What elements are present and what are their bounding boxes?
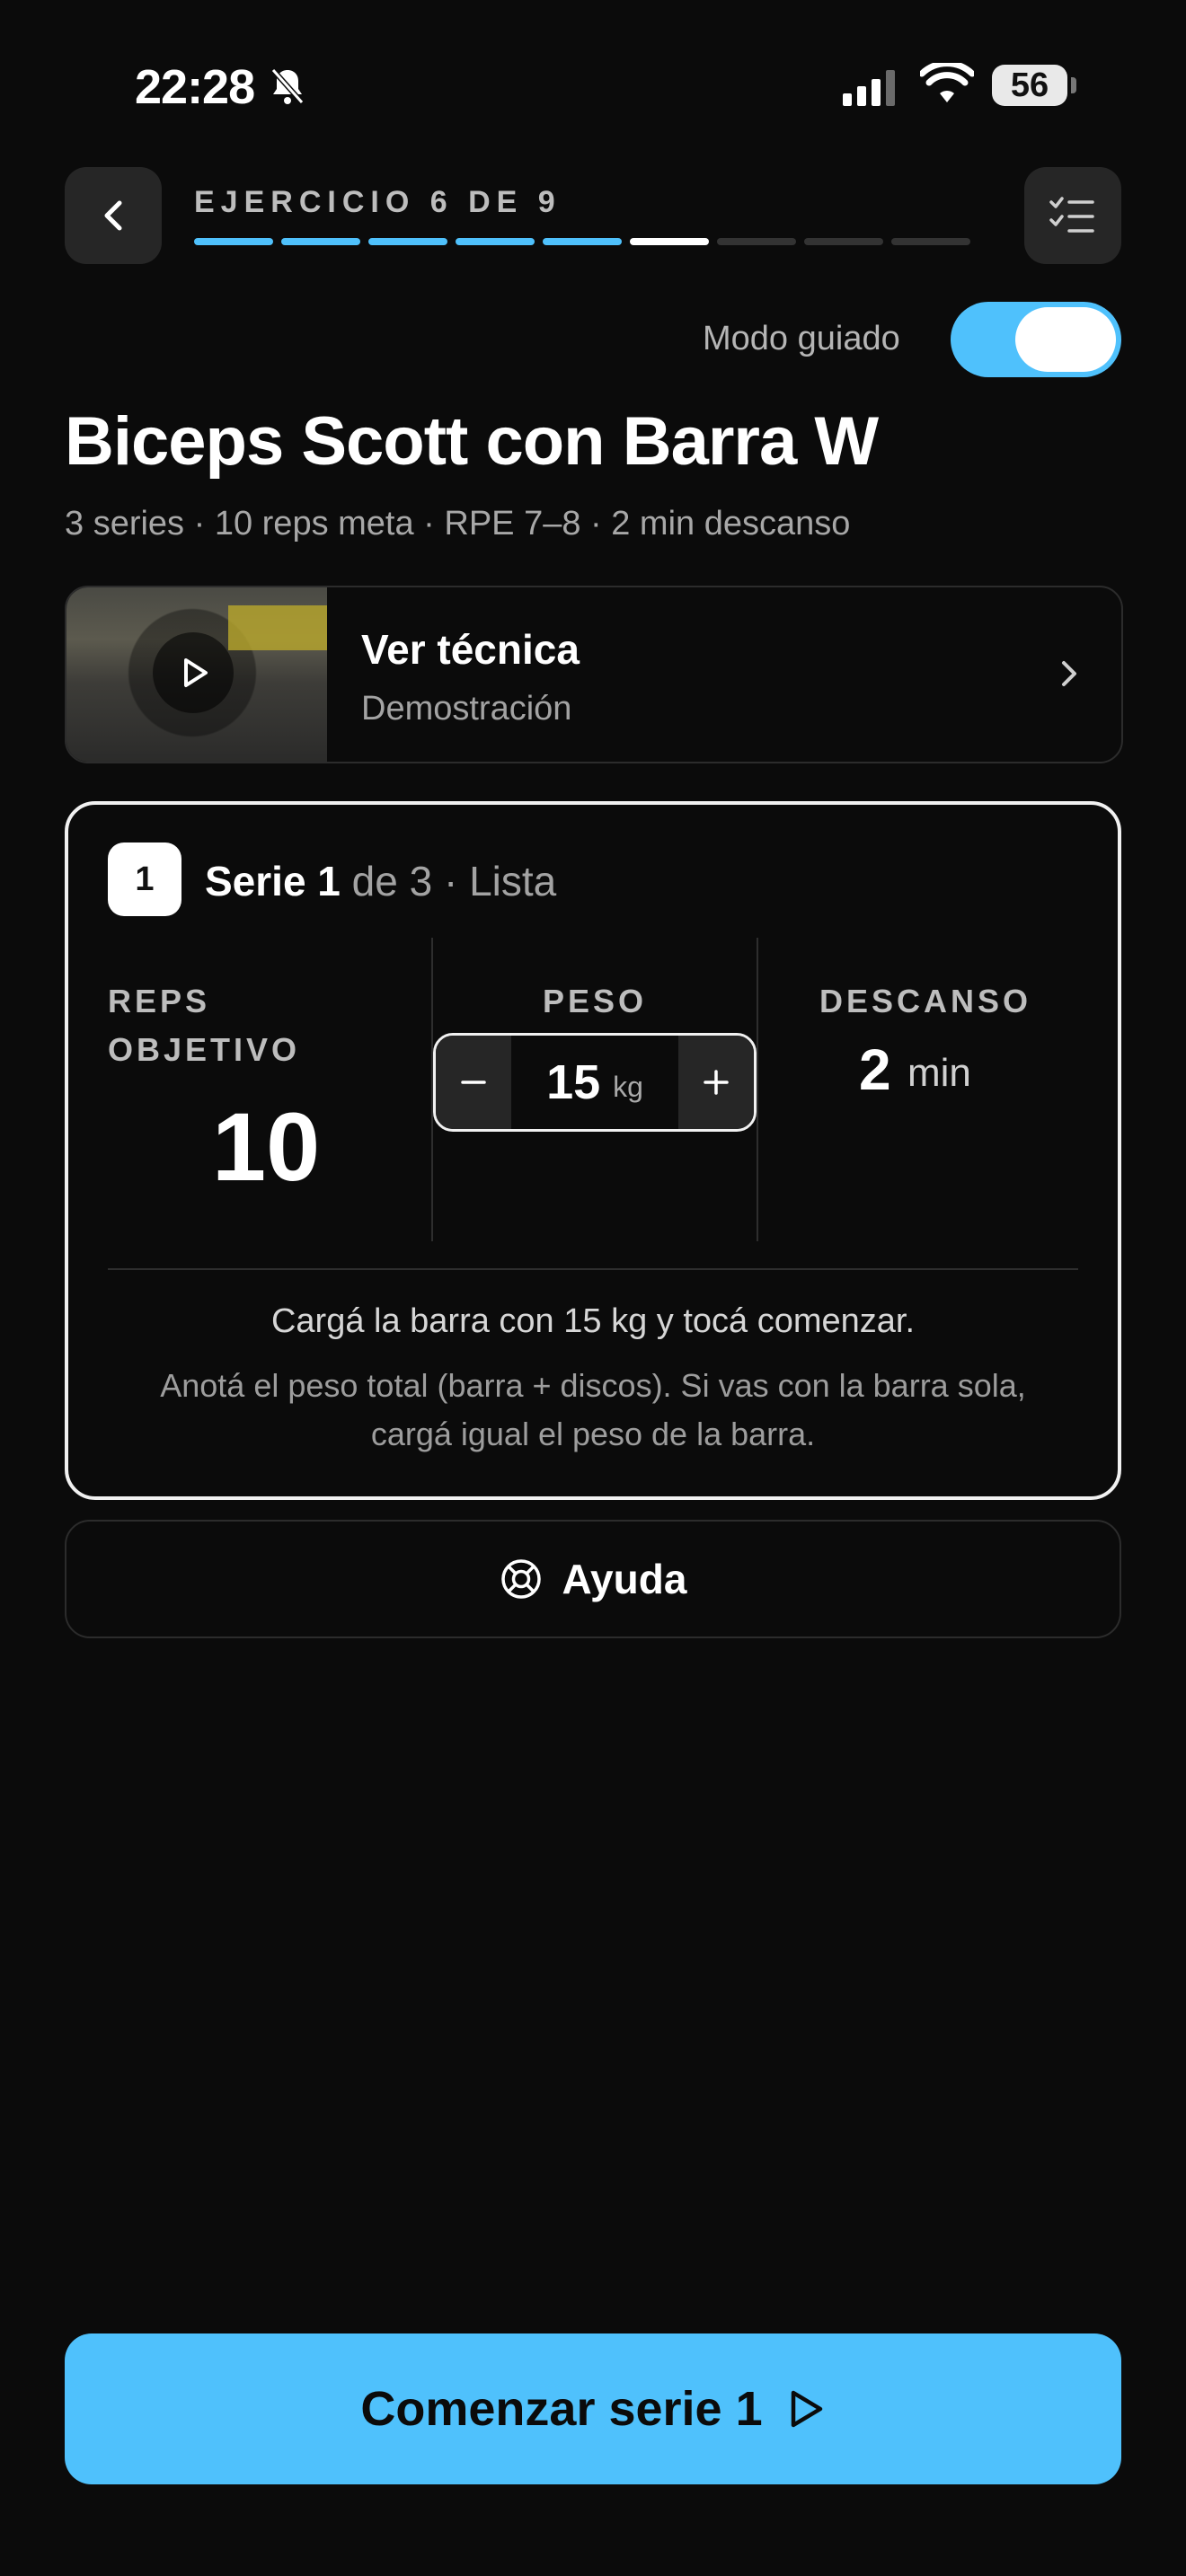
progress-segment [194,238,273,245]
progress-segment [281,238,360,245]
guided-mode-label: Modo guiado [703,320,900,357]
weight-unit: kg [613,1070,643,1103]
set-card: 1 Serie 1 de 3 · Lista REPS OBJETIVO 10 … [65,801,1121,1500]
technique-subtitle: Demostración [361,690,572,728]
minus-icon [461,1081,486,1084]
weight-value: 15 [546,1055,601,1109]
divider [108,1268,1078,1270]
technique-thumbnail [66,587,327,762]
plus-icon [704,1070,729,1095]
progress-segment [456,238,535,245]
play-icon [153,632,234,713]
help-label: Ayuda [562,1556,687,1602]
weight-label: PESO [542,983,648,1019]
guided-mode-toggle[interactable] [951,302,1121,377]
signal-icon [843,70,895,106]
progress-segment [804,238,883,245]
battery-icon: 56 [992,65,1067,106]
bell-slash-icon [270,68,305,104]
exercise-progress-bar [194,238,970,245]
set-number-badge: 1 [108,842,181,916]
progress-segment [543,238,622,245]
chevron-right-icon [1062,661,1076,686]
back-button[interactable] [65,167,162,264]
progress-segment [891,238,970,245]
lifebuoy-icon [500,1559,541,1599]
wifi-icon [920,63,974,102]
set-instruction: Cargá la barra con 15 kg y tocá comenzar… [270,1302,916,1340]
progress-segment [630,238,709,245]
reps-label: REPS OBJETIVO [108,983,301,1068]
progress-segment [717,238,796,245]
start-set-button[interactable]: Comenzar serie 1 [65,2333,1121,2484]
set-title: Serie 1 de 3 · Lista [205,858,557,904]
technique-card[interactable]: Ver técnica Demostración [65,586,1123,763]
back-chevron-icon [104,200,122,231]
battery-tip [1071,77,1076,93]
rest-label: DESCANSO [819,983,1032,1019]
start-set-label: Comenzar serie 1 [360,2382,763,2436]
rest-unit: min [907,1051,971,1095]
exercise-subtitle: 3 series · 10 reps meta · RPE 7–8 · 2 mi… [65,505,851,543]
increase-weight-button[interactable] [678,1036,754,1129]
progress-segment [368,238,447,245]
rest-value: 2 [859,1037,891,1102]
exercise-list-button[interactable] [1024,167,1121,264]
play-outline-icon [791,2390,822,2428]
weight-display[interactable]: 15 kg [511,1036,678,1129]
checklist-icon [1049,197,1094,233]
weight-stepper: 15 kg [433,1033,757,1132]
technique-title: Ver técnica [361,626,580,673]
exercise-title: Biceps Scott con Barra W [65,403,879,480]
decrease-weight-button[interactable] [436,1036,511,1129]
set-note: Anotá el peso total (barra + discos). Si… [160,1367,1026,1452]
help-button[interactable]: Ayuda [65,1520,1121,1638]
reps-value: 10 [212,1092,321,1201]
status-time: 22:28 [135,60,255,114]
toggle-knob [1015,307,1116,372]
exercise-progress-label: EJERCICIO 6 DE 9 [194,185,562,219]
